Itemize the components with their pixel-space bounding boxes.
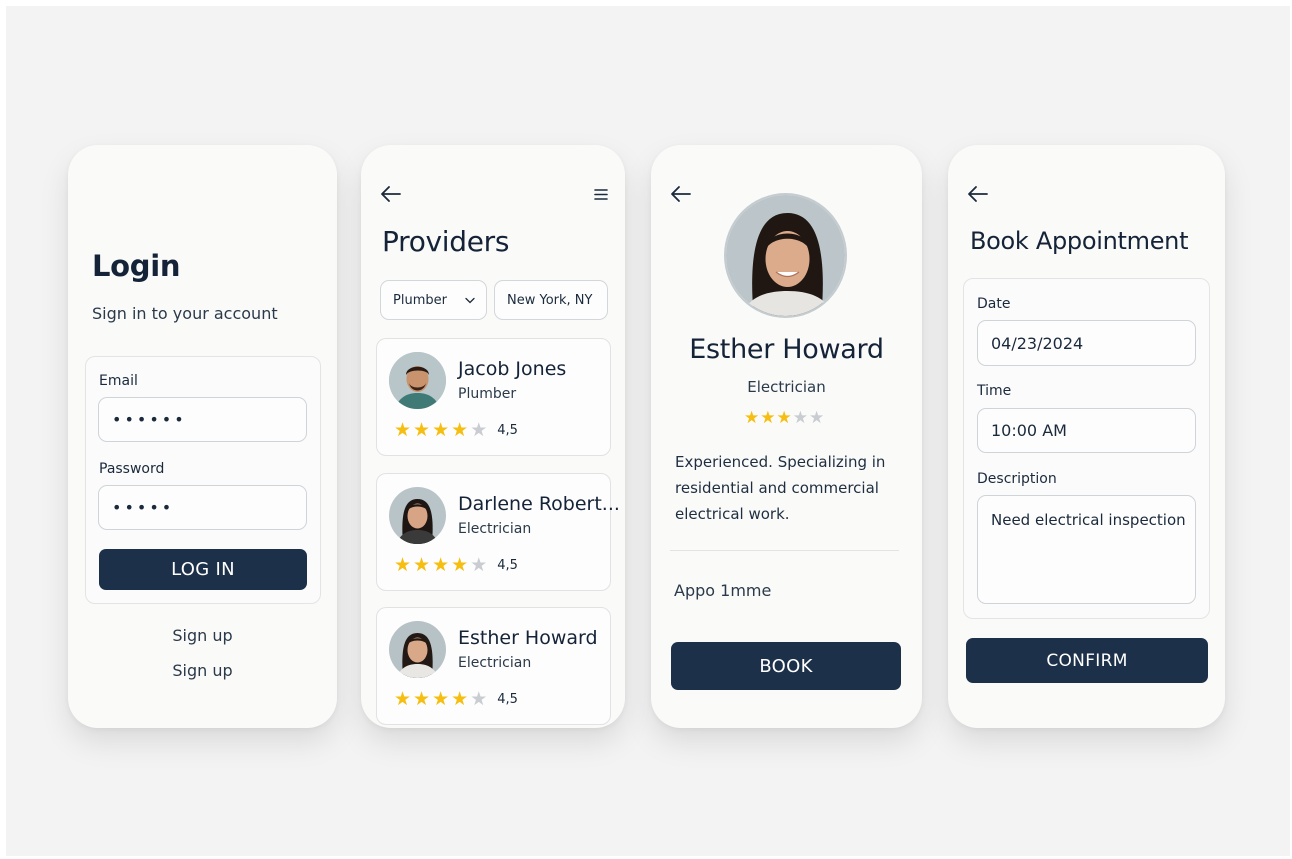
login-title: Login bbox=[92, 249, 181, 283]
confirm-button[interactable]: CONFIRM bbox=[966, 638, 1208, 683]
category-filter-dropdown[interactable]: Plumber bbox=[380, 280, 487, 320]
star-icon: ★ bbox=[432, 419, 450, 441]
star-icon: ★ bbox=[432, 554, 450, 576]
star-icon: ★ bbox=[394, 554, 412, 576]
provider-role: Plumber bbox=[458, 386, 517, 402]
avatar bbox=[389, 352, 446, 409]
category-filter-value: Plumber bbox=[393, 292, 447, 308]
provider-profile-screen: Esther Howard Electrician ★ ★ ★ ★ ★ Expe… bbox=[651, 145, 922, 728]
time-field[interactable]: 10:00 AM bbox=[977, 408, 1196, 453]
signup-link-2[interactable]: Sign up bbox=[68, 661, 337, 680]
profile-role: Electrician bbox=[747, 378, 826, 396]
email-field[interactable]: •••••• bbox=[98, 397, 307, 442]
star-icon: ★ bbox=[413, 419, 431, 441]
profile-name: Esther Howard bbox=[689, 334, 884, 365]
hamburger-menu-icon[interactable] bbox=[594, 188, 608, 201]
star-empty-icon: ★ bbox=[470, 554, 488, 576]
star-icon: ★ bbox=[451, 419, 469, 441]
description-label: Description bbox=[977, 471, 1057, 487]
date-field[interactable]: 04/23/2024 bbox=[977, 320, 1196, 366]
providers-title: Providers bbox=[382, 225, 510, 258]
rating-value: 4,5 bbox=[497, 558, 518, 573]
star-empty-icon: ★ bbox=[792, 408, 808, 428]
provider-card[interactable]: Darlene Robert... Electrician ★ ★ ★ ★ ★ … bbox=[376, 473, 620, 591]
provider-name: Darlene Robert... bbox=[458, 493, 620, 515]
arrow-left-icon[interactable] bbox=[670, 185, 692, 203]
star-icon: ★ bbox=[413, 554, 431, 576]
profile-avatar bbox=[724, 193, 847, 318]
login-screen: Login Sign in to your account Email ••••… bbox=[68, 145, 337, 728]
avatar bbox=[389, 487, 446, 544]
star-icon: ★ bbox=[776, 408, 792, 428]
provider-role: Electrician bbox=[458, 521, 532, 537]
rating-stars: ★ ★ ★ ★ ★ 4,5 bbox=[394, 421, 518, 440]
provider-role: Electrician bbox=[458, 655, 532, 671]
password-label: Password bbox=[99, 461, 165, 477]
location-filter[interactable]: New York, NY bbox=[494, 280, 608, 320]
booking-title: Book Appointment bbox=[970, 227, 1189, 255]
profile-rating-stars: ★ ★ ★ ★ ★ bbox=[744, 410, 824, 427]
star-icon: ★ bbox=[760, 408, 776, 428]
book-button[interactable]: BOOK bbox=[671, 642, 901, 690]
rating-stars: ★ ★ ★ ★ ★ 4,5 bbox=[394, 556, 518, 575]
chevron-down-icon bbox=[465, 297, 475, 304]
provider-card[interactable]: Esther Howard Electrician ★ ★ ★ ★ ★ 4,5 bbox=[376, 607, 611, 725]
location-filter-value: New York, NY bbox=[507, 292, 593, 308]
divider bbox=[670, 550, 899, 551]
star-icon: ★ bbox=[413, 688, 431, 710]
star-empty-icon: ★ bbox=[809, 408, 825, 428]
star-icon: ★ bbox=[451, 554, 469, 576]
avatar bbox=[389, 621, 446, 678]
date-label: Date bbox=[977, 296, 1011, 312]
providers-screen: Providers Plumber New York, NY Jacob Jon… bbox=[361, 145, 625, 728]
login-form-card: Email •••••• Password ••••• LOG IN bbox=[85, 356, 321, 604]
rating-value: 4,5 bbox=[497, 692, 518, 707]
login-button[interactable]: LOG IN bbox=[99, 549, 307, 590]
star-icon: ★ bbox=[744, 408, 760, 428]
star-icon: ★ bbox=[394, 419, 412, 441]
provider-card[interactable]: Jacob Jones Plumber ★ ★ ★ ★ ★ 4,5 bbox=[376, 338, 611, 456]
arrow-left-icon[interactable] bbox=[967, 185, 989, 203]
arrow-left-icon[interactable] bbox=[380, 185, 402, 203]
book-appointment-screen: Book Appointment Date 04/23/2024 Time 10… bbox=[948, 145, 1225, 728]
login-subtitle: Sign in to your account bbox=[92, 304, 278, 323]
star-empty-icon: ★ bbox=[470, 688, 488, 710]
star-icon: ★ bbox=[451, 688, 469, 710]
provider-name: Esther Howard bbox=[458, 627, 598, 649]
provider-name: Jacob Jones bbox=[458, 358, 567, 380]
profile-description: Experienced. Specializing in residential… bbox=[675, 453, 886, 523]
booking-form-card: Date 04/23/2024 Time 10:00 AM Descriptio… bbox=[963, 278, 1210, 619]
star-icon: ★ bbox=[432, 688, 450, 710]
password-field[interactable]: ••••• bbox=[98, 485, 307, 530]
rating-stars: ★ ★ ★ ★ ★ 4,5 bbox=[394, 690, 518, 709]
appointment-label: Appo 1mme bbox=[674, 581, 772, 600]
rating-value: 4,5 bbox=[497, 423, 518, 438]
time-label: Time bbox=[977, 383, 1012, 399]
email-label: Email bbox=[99, 373, 138, 389]
star-empty-icon: ★ bbox=[470, 419, 488, 441]
star-icon: ★ bbox=[394, 688, 412, 710]
description-textarea[interactable]: Need electrical inspection bbox=[977, 495, 1196, 604]
signup-link-1[interactable]: Sign up bbox=[68, 626, 337, 645]
